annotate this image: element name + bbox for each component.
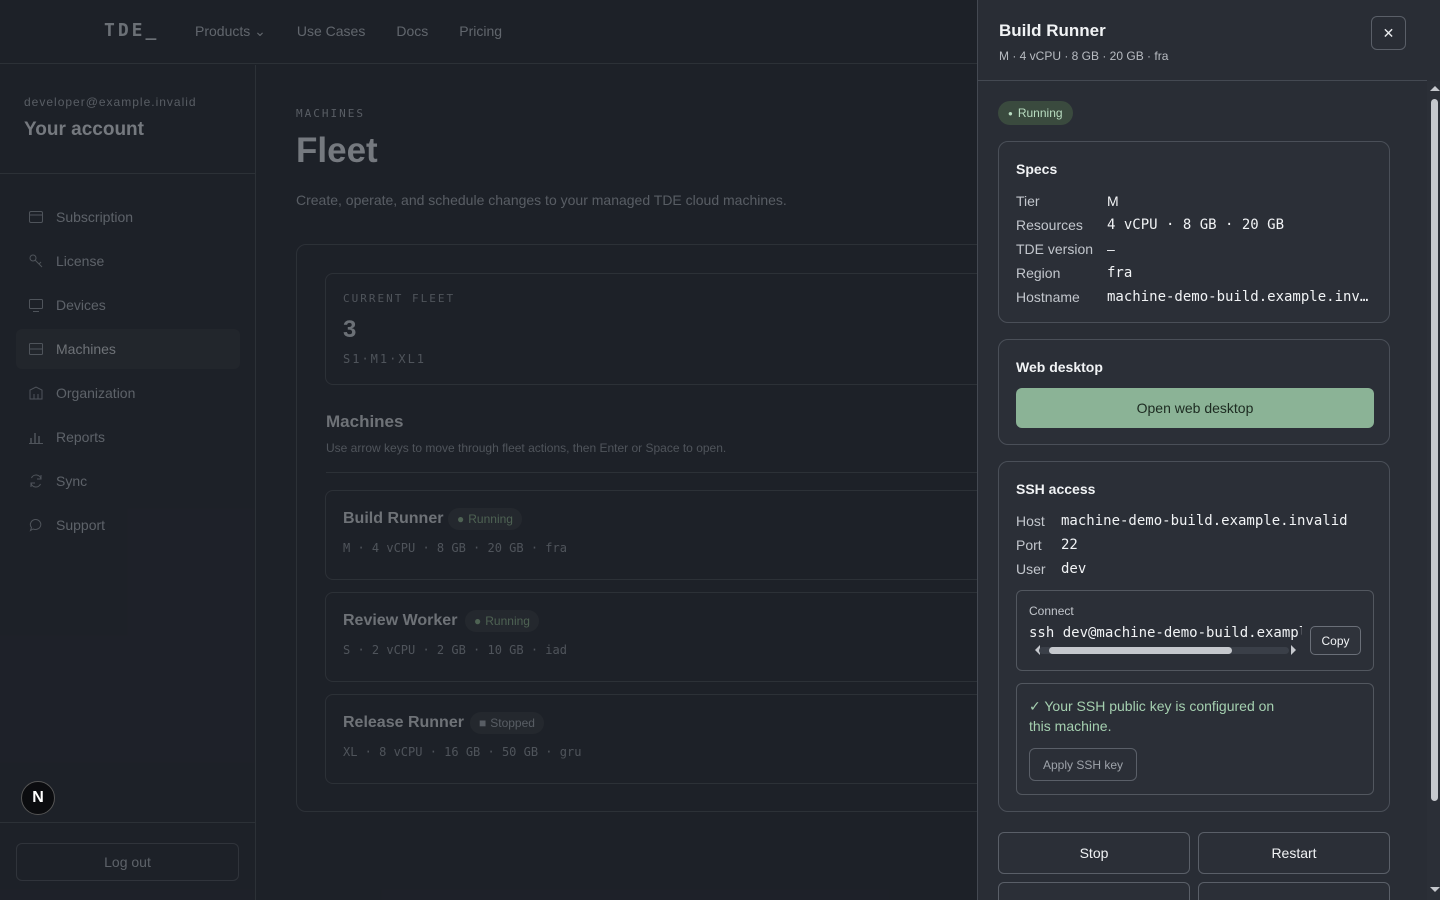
scroll-down-icon[interactable] xyxy=(1430,887,1440,892)
connect-command-box: Connect ssh dev@machine-demo-build.examp… xyxy=(1016,590,1374,671)
web-desktop-title: Web desktop xyxy=(1016,359,1103,375)
scroll-thumb[interactable] xyxy=(1049,647,1232,654)
spec-value-hostname: machine-demo-build.example.invalid xyxy=(1107,289,1373,305)
ssh-title: SSH access xyxy=(1016,481,1096,497)
action-button-3[interactable] xyxy=(998,882,1190,900)
close-icon: ✕ xyxy=(1382,24,1395,41)
ssh-access-card: SSH access Host machine-demo-build.examp… xyxy=(998,461,1390,812)
ssh-key-status-box: ✓ Your SSH public key is configured on t… xyxy=(1016,683,1374,795)
status-text: Running xyxy=(1017,106,1063,120)
drawer-vertical-scrollbar[interactable] xyxy=(1427,81,1440,900)
spec-value-region: fra xyxy=(1107,265,1133,281)
copy-button[interactable]: Copy xyxy=(1310,626,1361,655)
status-dot-icon: ● xyxy=(1008,108,1013,118)
connect-command[interactable]: ssh dev@machine-demo-build.example.inval… xyxy=(1029,625,1302,645)
spec-label-tde-version: TDE version xyxy=(1016,241,1094,257)
connect-label: Connect xyxy=(1029,604,1074,618)
spec-value-resources: 4 vCPU · 8 GB · 20 GB xyxy=(1107,217,1285,233)
ssh-label-host: Host xyxy=(1016,513,1045,529)
close-button[interactable]: ✕ xyxy=(1371,16,1406,50)
ssh-value-host: machine-demo-build.example.invalid xyxy=(1061,513,1348,529)
stop-button[interactable]: Stop xyxy=(998,832,1190,874)
drawer-subtitle: M · 4 vCPU · 8 GB · 20 GB · fra xyxy=(999,49,1169,63)
spec-value-tier: M xyxy=(1107,193,1119,209)
ssh-value-user: dev xyxy=(1061,561,1087,577)
drawer-body: ● Running Specs Tier M Resources 4 vCPU … xyxy=(978,81,1427,900)
apply-ssh-key-button[interactable]: Apply SSH key xyxy=(1029,748,1137,781)
restart-button[interactable]: Restart xyxy=(1198,832,1390,874)
web-desktop-card: Web desktop Open web desktop xyxy=(998,339,1390,445)
ssh-key-message: ✓ Your SSH public key is configured on t… xyxy=(1029,698,1275,734)
scroll-right-icon[interactable] xyxy=(1291,645,1296,655)
ssh-label-port: Port xyxy=(1016,537,1042,553)
modal-scrim[interactable] xyxy=(0,0,978,900)
action-button-4[interactable] xyxy=(1198,882,1390,900)
spec-label-tier: Tier xyxy=(1016,193,1040,209)
horizontal-scrollbar[interactable] xyxy=(1029,643,1301,657)
status-badge: ● Running xyxy=(998,101,1073,125)
open-web-desktop-button[interactable]: Open web desktop xyxy=(1016,388,1374,428)
avatar[interactable]: N xyxy=(21,781,55,815)
spec-label-resources: Resources xyxy=(1016,217,1083,233)
drawer-title: Build Runner xyxy=(999,21,1106,40)
specs-card: Specs Tier M Resources 4 vCPU · 8 GB · 2… xyxy=(998,141,1390,323)
spec-value-tde-version: – xyxy=(1107,241,1115,257)
machine-detail-drawer: Build Runner M · 4 vCPU · 8 GB · 20 GB ·… xyxy=(977,0,1440,900)
spec-label-region: Region xyxy=(1016,265,1061,281)
spec-label-hostname: Hostname xyxy=(1016,289,1080,305)
ssh-label-user: User xyxy=(1016,561,1046,577)
drawer-header: Build Runner M · 4 vCPU · 8 GB · 20 GB ·… xyxy=(978,0,1427,81)
scroll-up-icon[interactable] xyxy=(1430,86,1440,91)
ssh-value-port: 22 xyxy=(1061,537,1078,553)
scroll-thumb[interactable] xyxy=(1431,99,1438,801)
specs-title: Specs xyxy=(1016,161,1058,177)
